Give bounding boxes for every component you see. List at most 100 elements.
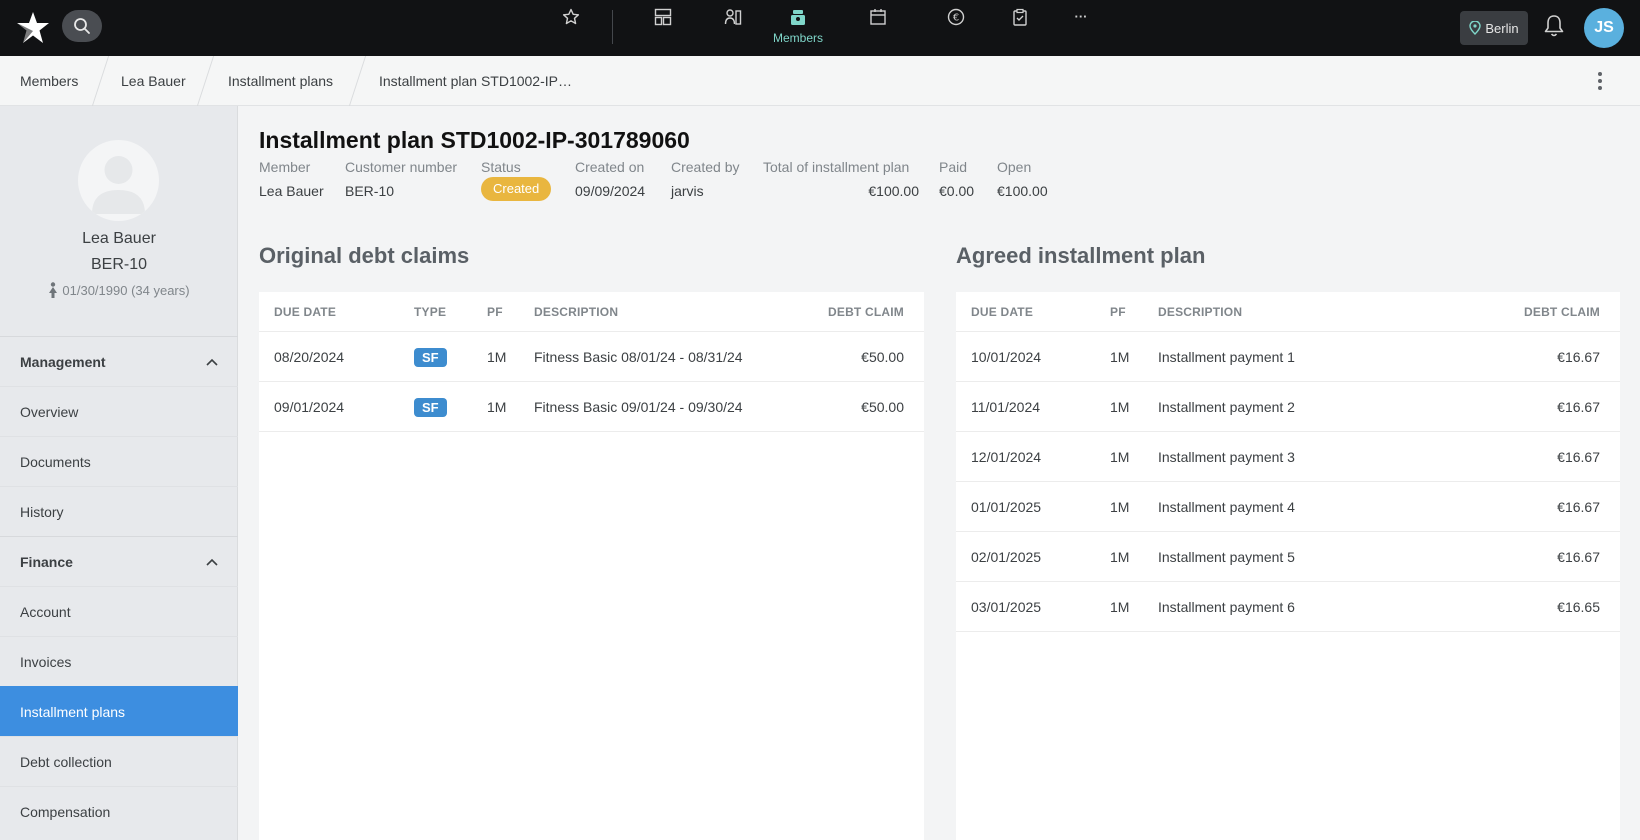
breadcrumb-separator: [348, 56, 367, 106]
status-badge: Created: [481, 177, 552, 201]
row-amount: €16.67: [1557, 399, 1600, 415]
breadcrumb-member-name[interactable]: Lea Bauer: [121, 56, 186, 106]
row-pf: 1M: [1110, 549, 1130, 565]
member-value[interactable]: Lea Bauer: [259, 183, 324, 199]
member-avatar: [78, 140, 159, 221]
table-row[interactable]: 08/20/2024 SF 1M Fitness Basic 08/01/24 …: [259, 332, 924, 382]
column-header-description[interactable]: DESCRIPTION: [1158, 292, 1242, 332]
sidebar-item-compensation[interactable]: Compensation: [0, 786, 238, 836]
location-selector[interactable]: Berlin: [1460, 11, 1528, 45]
chevron-up-icon: [206, 358, 218, 366]
row-due-date: 09/01/2024: [274, 399, 345, 415]
app-logo-icon[interactable]: [15, 10, 51, 46]
sidebar-section-management[interactable]: Management: [0, 336, 238, 386]
sidebar-item-history[interactable]: History: [0, 486, 238, 536]
search-button[interactable]: [62, 10, 102, 42]
kebab-dot: [1598, 86, 1602, 90]
more-actions-button[interactable]: [1590, 68, 1610, 94]
type-badge: SF: [414, 398, 447, 417]
row-description: Installment payment 3: [1158, 449, 1295, 465]
location-label: Berlin: [1485, 20, 1519, 36]
status-label: Status: [481, 159, 521, 175]
member-sidebar: Lea Bauer BER-10 01/30/1990 (34 years) M…: [0, 106, 238, 840]
row-pf: 1M: [1110, 449, 1130, 465]
kebab-dot: [1598, 79, 1602, 83]
person-placeholder-icon: [92, 156, 145, 214]
table-row[interactable]: 12/01/2024 1M Installment payment 3 €16.…: [956, 432, 1620, 482]
agreed-plan-table: DUE DATE PF DESCRIPTION DEBT CLAIM 10/01…: [956, 292, 1620, 840]
member-name: Lea Bauer: [82, 230, 156, 247]
table-row[interactable]: 03/01/2025 1M Installment payment 6 €16.…: [956, 582, 1620, 632]
nav-calendar[interactable]: [861, 0, 895, 56]
row-pf: 1M: [1110, 599, 1130, 615]
column-header-debt-claim[interactable]: DEBT CLAIM: [828, 292, 904, 332]
table-row[interactable]: 01/01/2025 1M Installment payment 4 €16.…: [956, 482, 1620, 532]
location-pin-icon: [1469, 21, 1482, 35]
nav-favorites[interactable]: [554, 0, 588, 56]
star-icon: [562, 8, 580, 25]
nav-dashboard[interactable]: [646, 0, 680, 56]
row-due-date: 12/01/2024: [971, 449, 1042, 465]
paid-label: Paid: [939, 159, 968, 175]
table-row[interactable]: 09/01/2024 SF 1M Fitness Basic 09/01/24 …: [259, 382, 924, 432]
row-due-date: 02/01/2025: [971, 549, 1042, 565]
dashboard-icon: [654, 8, 672, 26]
sidebar-item-invoices[interactable]: Invoices: [0, 636, 238, 686]
row-due-date: 08/20/2024: [274, 349, 345, 365]
created-on-value: 09/09/2024: [575, 183, 646, 199]
total-value: €100.00: [868, 183, 919, 199]
row-description: Fitness Basic 09/01/24 - 09/30/24: [534, 399, 743, 415]
customer-number-value: BER-10: [345, 183, 395, 199]
member-label: Member: [259, 159, 311, 175]
row-due-date: 03/01/2025: [971, 599, 1042, 615]
member-birthdate: 01/30/1990 (34 years): [0, 282, 238, 298]
row-description: Installment payment 4: [1158, 499, 1295, 515]
notifications-button[interactable]: [1543, 14, 1565, 43]
nav-members[interactable]: Members: [766, 0, 830, 56]
nav-more[interactable]: ···: [1064, 0, 1098, 56]
row-description: Installment payment 5: [1158, 549, 1295, 565]
sidebar-section-label: Finance: [20, 553, 73, 570]
sidebar-item-account[interactable]: Account: [0, 586, 238, 636]
user-avatar[interactable]: JS: [1584, 8, 1624, 48]
table-header: DUE DATE PF DESCRIPTION DEBT CLAIM: [956, 292, 1620, 332]
original-claims-title: Original debt claims: [259, 243, 470, 268]
column-header-due-date[interactable]: DUE DATE: [274, 292, 336, 332]
column-header-pf[interactable]: PF: [1110, 292, 1126, 332]
column-header-type[interactable]: TYPE: [414, 292, 446, 332]
row-pf: 1M: [1110, 499, 1130, 515]
euro-icon: €: [947, 8, 965, 26]
column-header-description[interactable]: DESCRIPTION: [534, 292, 618, 332]
open-label: Open: [997, 159, 1032, 175]
breadcrumb-separator: [91, 56, 110, 106]
sidebar-item-documents[interactable]: Documents: [0, 436, 238, 486]
open-value: €100.00: [997, 183, 1048, 199]
table-row[interactable]: 02/01/2025 1M Installment payment 5 €16.…: [956, 532, 1620, 582]
breadcrumb-separator: [196, 56, 215, 106]
chevron-up-icon: [206, 558, 218, 566]
nav-finance[interactable]: €: [939, 0, 973, 56]
row-pf: 1M: [487, 399, 507, 415]
sidebar-item-debt-collection[interactable]: Debt collection: [0, 736, 238, 786]
sidebar-item-installment-plans[interactable]: Installment plans: [0, 686, 238, 736]
more-icon: ···: [1074, 9, 1088, 24]
sidebar-section-finance[interactable]: Finance: [0, 536, 238, 586]
created-by-label: Created by: [671, 159, 740, 175]
bell-icon: [1544, 15, 1564, 37]
breadcrumb-installment-plans[interactable]: Installment plans: [228, 56, 333, 106]
table-row[interactable]: 10/01/2024 1M Installment payment 1 €16.…: [956, 332, 1620, 382]
table-header: DUE DATE TYPE PF DESCRIPTION DEBT CLAIM: [259, 292, 924, 332]
original-claims-table: DUE DATE TYPE PF DESCRIPTION DEBT CLAIM …: [259, 292, 924, 840]
column-header-debt-claim[interactable]: DEBT CLAIM: [1524, 292, 1600, 332]
breadcrumb-members[interactable]: Members: [20, 56, 78, 106]
sidebar-item-overview[interactable]: Overview: [0, 386, 238, 436]
nav-tasks[interactable]: [1003, 0, 1037, 56]
kebab-dot: [1598, 72, 1602, 76]
nav-contacts[interactable]: [716, 0, 750, 56]
column-header-due-date[interactable]: DUE DATE: [971, 292, 1033, 332]
table-row[interactable]: 11/01/2024 1M Installment payment 2 €16.…: [956, 382, 1620, 432]
column-header-pf[interactable]: PF: [487, 292, 503, 332]
row-due-date: 11/01/2024: [971, 399, 1041, 415]
nav-divider: [612, 10, 613, 44]
search-icon: [74, 18, 90, 34]
